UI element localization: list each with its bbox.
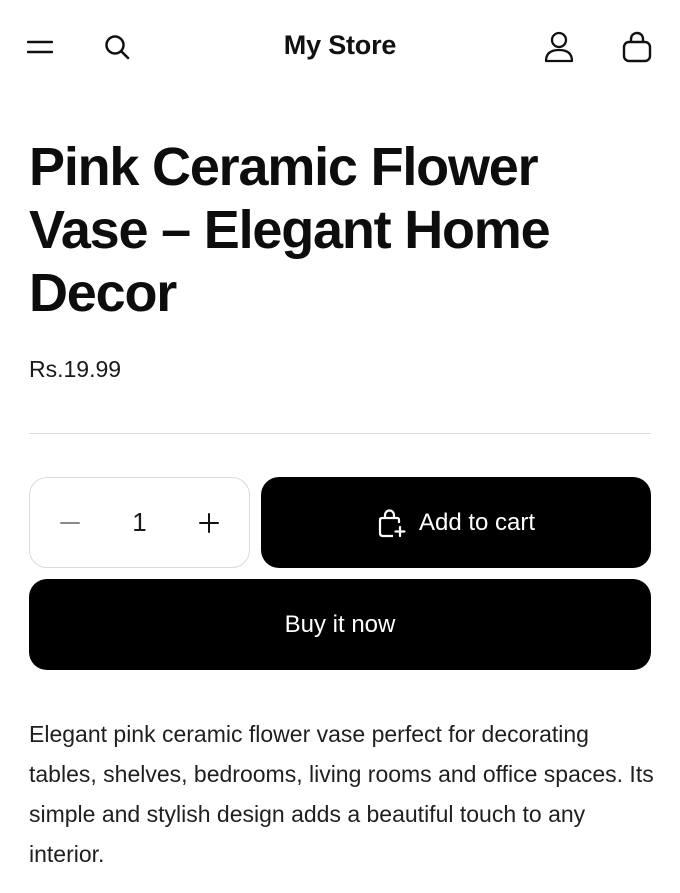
minus-icon	[60, 521, 80, 524]
cart-button[interactable]	[615, 25, 659, 69]
divider	[29, 433, 651, 434]
quantity-input[interactable]	[109, 507, 170, 538]
bag-plus-icon	[378, 508, 406, 537]
quantity-stepper	[29, 477, 250, 568]
bag-icon	[622, 31, 652, 63]
product-title: Pink Ceramic Flower Vase – Elegant Home …	[29, 137, 551, 323]
product-description: Elegant pink ceramic flower vase perfect…	[29, 721, 654, 867]
plus-icon	[199, 512, 219, 533]
site-header: My Store	[0, 0, 680, 94]
add-to-cart-button[interactable]: Add to cart	[261, 477, 651, 568]
user-icon	[544, 31, 574, 63]
account-button[interactable]	[537, 25, 581, 69]
add-to-cart-label: Add to cart	[418, 508, 536, 536]
buy-it-now-label: Buy it now	[284, 610, 396, 638]
decrease-quantity-button[interactable]	[50, 503, 90, 543]
increase-quantity-button[interactable]	[189, 503, 229, 543]
product-price: Rs.19.99	[29, 356, 122, 382]
buy-it-now-button[interactable]: Buy it now	[29, 579, 651, 670]
